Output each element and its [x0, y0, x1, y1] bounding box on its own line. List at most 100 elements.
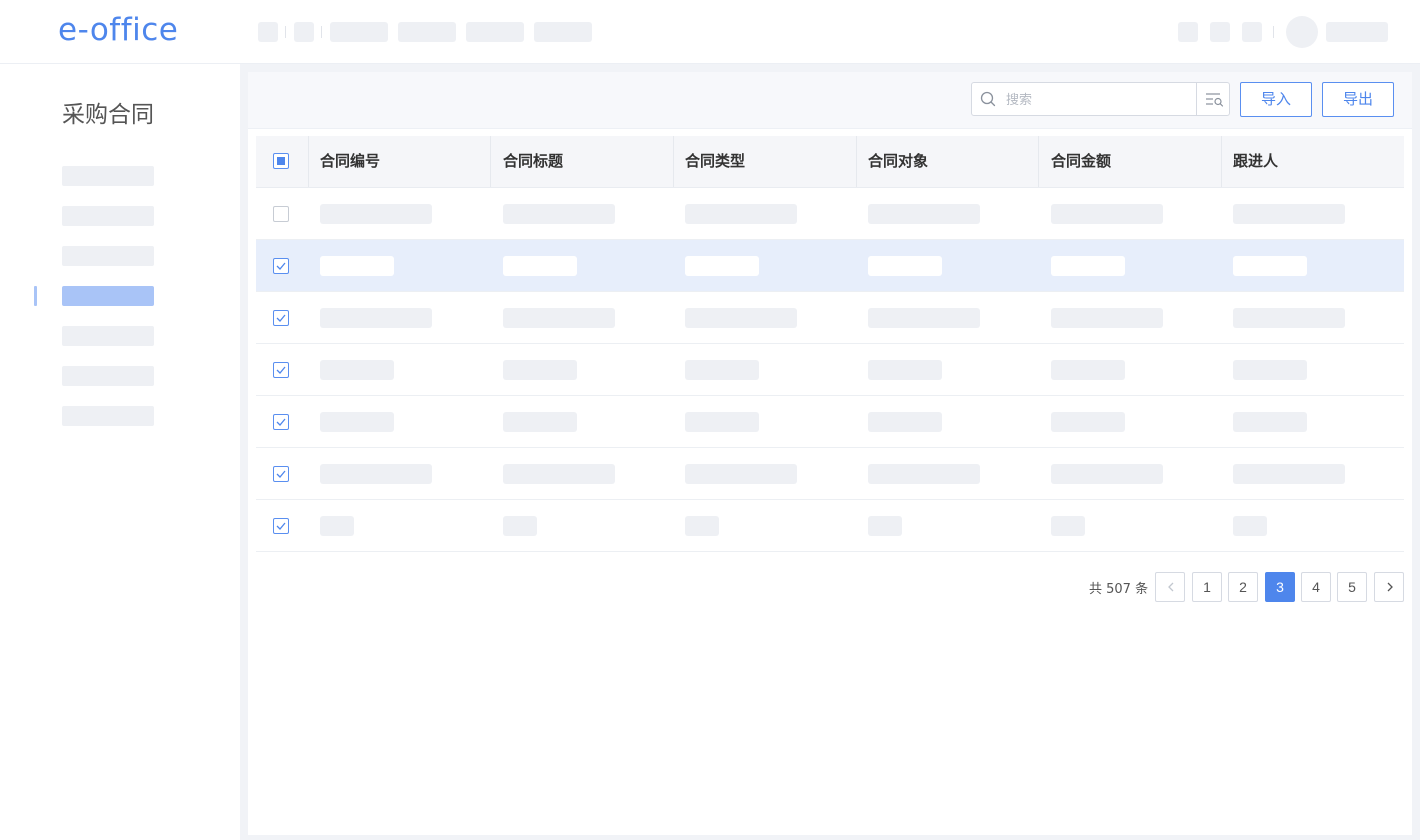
table-cell-placeholder	[685, 412, 759, 432]
advanced-search-icon[interactable]	[1196, 83, 1231, 115]
sidebar-item-6[interactable]	[62, 366, 154, 386]
nav-placeholder-tab-1[interactable]	[330, 22, 388, 42]
table-cell-placeholder	[868, 204, 980, 224]
column-header-contract-party[interactable]: 合同对象	[856, 136, 1038, 187]
nav-placeholder-icon-2[interactable]	[294, 22, 314, 42]
checkbox-partial-icon	[277, 157, 285, 165]
table-cell-placeholder	[868, 360, 942, 380]
table-cell-placeholder	[1233, 308, 1345, 328]
table-row[interactable]	[256, 448, 1404, 500]
user-name-placeholder[interactable]	[1326, 22, 1388, 42]
header-action-icon-3[interactable]	[1242, 22, 1262, 42]
column-header-contract-type[interactable]: 合同类型	[673, 136, 856, 187]
row-checkbox[interactable]	[273, 258, 289, 274]
table-cell-placeholder	[1051, 412, 1125, 432]
pagination-total: 共 507 条	[1089, 582, 1149, 597]
sidebar-title: 采购合同	[62, 102, 154, 128]
nav-placeholder-icon-1[interactable]	[258, 22, 278, 42]
select-all-checkbox[interactable]	[273, 153, 289, 169]
column-header-contract-amount[interactable]: 合同金额	[1039, 136, 1221, 187]
column-header-follower[interactable]: 跟进人	[1221, 136, 1404, 187]
table-cell-placeholder	[320, 464, 432, 484]
header-action-icon-2[interactable]	[1210, 22, 1230, 42]
row-checkbox[interactable]	[273, 362, 289, 378]
table-cell-placeholder	[320, 412, 394, 432]
sidebar-active-marker	[34, 286, 37, 306]
nav-placeholder-tab-3[interactable]	[466, 22, 524, 42]
table-cell-placeholder	[868, 256, 942, 276]
table-cell-placeholder	[1233, 464, 1345, 484]
table-cell-placeholder	[868, 308, 980, 328]
export-button[interactable]: 导出	[1322, 82, 1394, 117]
column-header-contract-no[interactable]: 合同编号	[308, 136, 490, 187]
table-cell-placeholder	[868, 412, 942, 432]
sidebar-item-7[interactable]	[62, 406, 154, 426]
table-cell-placeholder	[1051, 308, 1163, 328]
search-input[interactable]	[1004, 89, 1194, 111]
pagination-prev-button[interactable]	[1155, 572, 1185, 602]
nav-placeholder-tab-2[interactable]	[398, 22, 456, 42]
row-checkbox[interactable]	[273, 310, 289, 326]
header-action-icon-1[interactable]	[1178, 22, 1198, 42]
table-cell-placeholder	[320, 256, 394, 276]
search-icon	[980, 91, 996, 107]
sidebar-item-3[interactable]	[62, 246, 154, 266]
table-cell-placeholder	[1233, 412, 1307, 432]
nav-divider	[321, 26, 322, 38]
table-row[interactable]	[256, 344, 1404, 396]
table-cell-placeholder	[685, 308, 797, 328]
table-cell-placeholder	[1051, 360, 1125, 380]
nav-divider	[285, 26, 286, 38]
table-cell-placeholder	[503, 308, 615, 328]
pagination-page[interactable]: 2	[1228, 572, 1258, 602]
pagination-next-button[interactable]	[1374, 572, 1404, 602]
table-cell-placeholder	[320, 516, 354, 536]
table-cell-placeholder	[503, 360, 577, 380]
check-icon	[276, 470, 286, 478]
table-cell-placeholder	[1233, 516, 1267, 536]
table-cell-placeholder	[1233, 204, 1345, 224]
table-cell-placeholder	[320, 308, 432, 328]
table-cell-placeholder	[1051, 464, 1163, 484]
table-cell-placeholder	[503, 516, 537, 536]
row-checkbox[interactable]	[273, 414, 289, 430]
table-row[interactable]	[256, 188, 1404, 240]
pagination-page[interactable]: 5	[1337, 572, 1367, 602]
table-cell-placeholder	[685, 464, 797, 484]
table-cell-placeholder	[503, 256, 577, 276]
sidebar-item-4-active[interactable]	[62, 286, 154, 306]
top-header: e-office	[0, 0, 1420, 64]
import-button[interactable]: 导入	[1240, 82, 1312, 117]
user-avatar[interactable]	[1286, 16, 1318, 48]
sidebar-item-5[interactable]	[62, 326, 154, 346]
table-row[interactable]	[256, 396, 1404, 448]
check-icon	[276, 366, 286, 374]
row-checkbox[interactable]	[273, 206, 289, 222]
table-row[interactable]	[256, 500, 1404, 552]
table-cell-placeholder	[1051, 204, 1163, 224]
row-checkbox[interactable]	[273, 518, 289, 534]
table-cell-placeholder	[320, 360, 394, 380]
table-header: 合同编号 合同标题 合同类型 合同对象 合同金额 跟进人	[256, 136, 1404, 188]
app-logo[interactable]: e-office	[58, 12, 178, 48]
table-row[interactable]	[256, 292, 1404, 344]
nav-placeholder-tab-4[interactable]	[534, 22, 592, 42]
sidebar-item-1[interactable]	[62, 166, 154, 186]
check-icon	[276, 418, 286, 426]
column-header-contract-title[interactable]: 合同标题	[491, 136, 673, 187]
sidebar-item-2[interactable]	[62, 206, 154, 226]
pagination-page[interactable]: 1	[1192, 572, 1222, 602]
table-cell-placeholder	[868, 464, 980, 484]
search-box[interactable]	[971, 82, 1230, 116]
chevron-right-icon	[1387, 582, 1393, 592]
row-checkbox[interactable]	[273, 466, 289, 482]
table-cell-placeholder	[1233, 360, 1307, 380]
table-row[interactable]	[256, 240, 1404, 292]
table-cell-placeholder	[685, 256, 759, 276]
check-icon	[276, 522, 286, 530]
pagination-page[interactable]: 4	[1301, 572, 1331, 602]
table-cell-placeholder	[1051, 256, 1125, 276]
pagination-page-current[interactable]: 3	[1265, 572, 1295, 602]
table-cell-placeholder	[868, 516, 902, 536]
table-cell-placeholder	[503, 412, 577, 432]
